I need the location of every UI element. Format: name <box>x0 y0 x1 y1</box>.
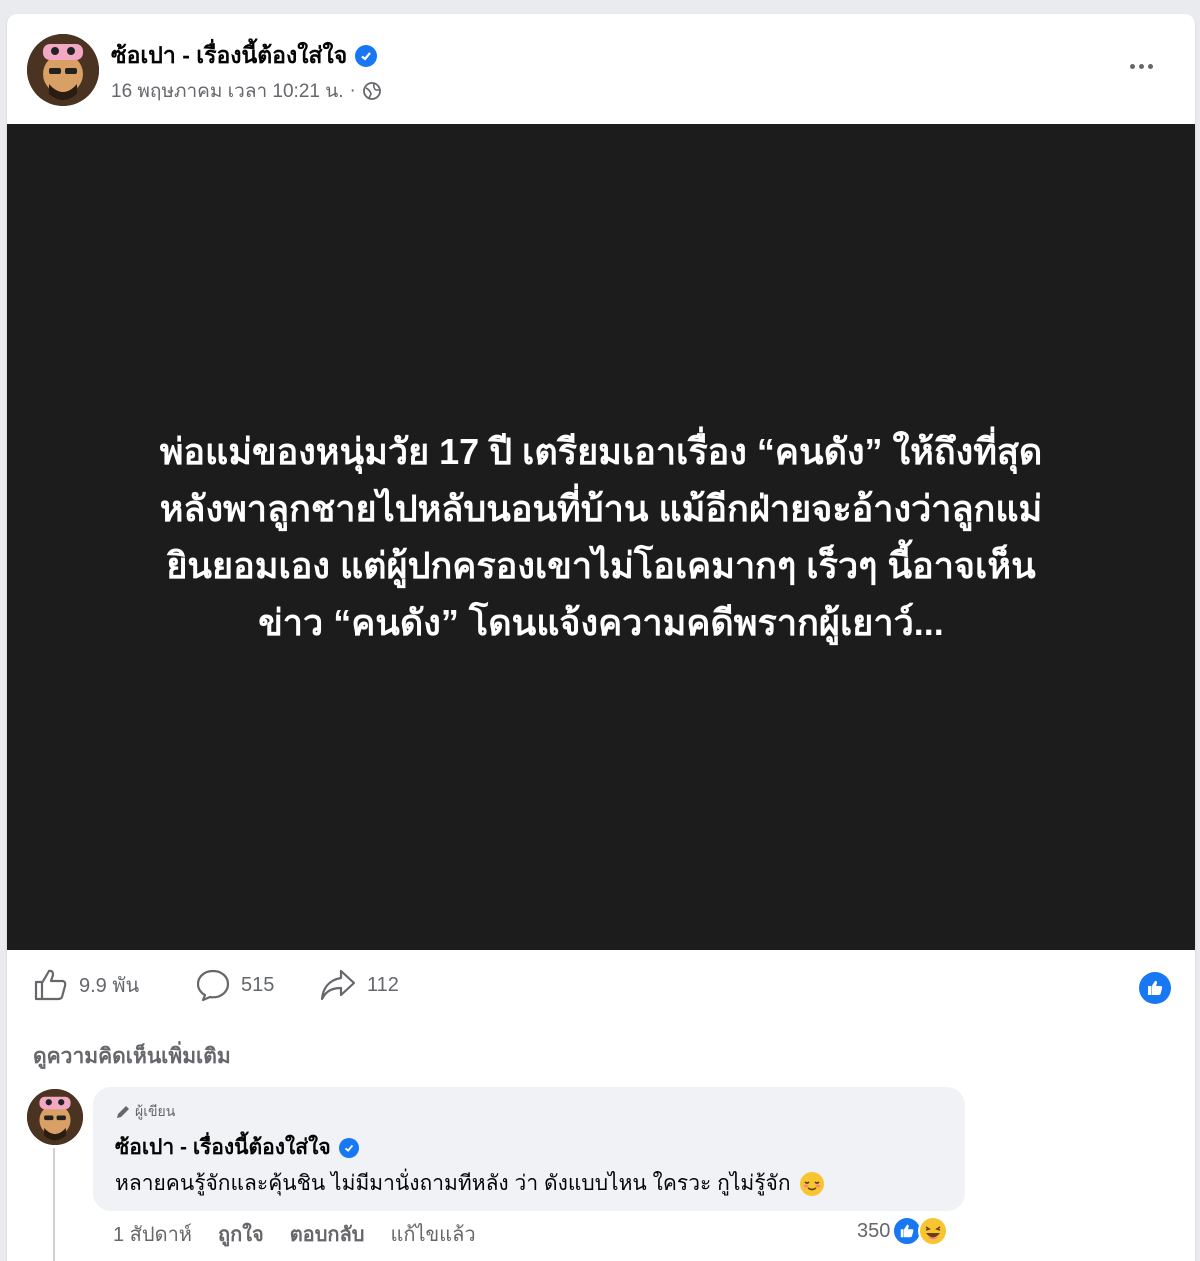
comment-like-button[interactable]: ถูกใจ <box>218 1218 264 1250</box>
reaction-badge[interactable] <box>1139 972 1171 1004</box>
share-icon <box>320 969 356 1001</box>
headline-line: ยินยอมเอง แต่ผู้ปกครองเขาไม่โอเคมากๆ เร็… <box>166 545 1036 586</box>
comment-button[interactable]: 515 <box>195 968 274 1002</box>
view-more-comments-link[interactable]: ดูความคิดเห็นเพิ่มเติม <box>33 1040 231 1073</box>
page-name[interactable]: ซ้อเปา - เรื่องนี้ต้องใส่ใจ <box>111 38 378 74</box>
comment-edited-label: แก้ไขแล้ว <box>390 1224 476 1246</box>
headline-line: หลังพาลูกชายไปหลับนอนที่บ้าน แม้อีกฝ่ายจ… <box>159 488 1043 529</box>
verified-icon <box>355 45 378 67</box>
comment-author[interactable]: ซ้อเปา - เรื่องนี้ต้องใส่ใจ <box>115 1131 359 1164</box>
author-badge: ผู้เขียน <box>115 1101 175 1123</box>
comment-count: 515 <box>241 973 275 996</box>
post-image[interactable]: พ่อแม่ของหนุ่มวัย 17 ปี เตรียมเอาเรื่อง … <box>7 124 1195 950</box>
pencil-icon <box>117 1106 129 1118</box>
post-card: ซ้อเปา - เรื่องนี้ต้องใส่ใจ 16 พฤษภาคม เ… <box>7 14 1195 1261</box>
comment-reaction-count: 350 <box>857 1219 891 1242</box>
comment-reply-button[interactable]: ตอบกลับ <box>290 1218 365 1250</box>
more-options-button[interactable] <box>1123 52 1159 80</box>
share-count: 112 <box>367 973 399 996</box>
comment-body: หลายคนรู้จักและคุ้นชิน ไม่มีมานั่งถามทีห… <box>115 1172 791 1195</box>
avatar-image <box>27 34 99 106</box>
haha-reaction-icon <box>918 1216 949 1246</box>
relieved-emoji-icon <box>799 1171 824 1196</box>
more-icon-dot <box>1138 63 1144 69</box>
headline-line: ข่าว “คนดัง” โดนแจ้งความคดีพรากผู้เยาว์.… <box>258 602 944 643</box>
comment-text: หลายคนรู้จักและคุ้นชิน ไม่มีมานั่งถามทีห… <box>115 1167 825 1200</box>
comment-avatar[interactable] <box>27 1089 83 1145</box>
post-actions: 9.9 พัน 515 112 <box>7 960 1195 1012</box>
globe-icon <box>362 82 381 100</box>
comment-author-name[interactable]: ซ้อเปา - เรื่องนี้ต้องใส่ใจ <box>115 1131 331 1164</box>
post-meta: 16 พฤษภาคม เวลา 10:21 น. · <box>111 76 382 106</box>
post-headline: พ่อแม่ของหนุ่มวัย 17 ปี เตรียมเอาเรื่อง … <box>41 423 1161 651</box>
avatar-image <box>27 1089 83 1145</box>
comment-footer: 1 สัปดาห์ ถูกใจ ตอบกลับ แก้ไขแล้ว <box>113 1218 476 1250</box>
post-date[interactable]: 16 พฤษภาคม เวลา 10:21 น. <box>111 76 344 106</box>
more-icon-dot <box>1147 63 1153 69</box>
like-count: 9.9 พัน <box>79 975 140 997</box>
page-avatar[interactable] <box>27 34 99 106</box>
comment-icon <box>196 969 230 1002</box>
comment-time[interactable]: 1 สัปดาห์ <box>113 1218 192 1250</box>
like-icon <box>34 969 67 1001</box>
page-name-text[interactable]: ซ้อเปา - เรื่องนี้ต้องใส่ใจ <box>111 38 347 74</box>
more-icon-dot <box>1129 63 1135 69</box>
comment-thread-line <box>53 1148 55 1261</box>
share-button[interactable]: 112 <box>319 968 399 1002</box>
like-button[interactable]: 9.9 พัน <box>33 968 139 1002</box>
meta-separator: · <box>349 80 356 101</box>
author-badge-label: ผู้เขียน <box>135 1103 176 1119</box>
verified-icon <box>338 1137 359 1158</box>
headline-line: พ่อแม่ของหนุ่มวัย 17 ปี เตรียมเอาเรื่อง … <box>159 431 1043 472</box>
post-header: ซ้อเปา - เรื่องนี้ต้องใส่ใจ 16 พฤษภาคม เ… <box>7 14 1195 124</box>
comment-reactions[interactable]: 350 <box>857 1216 949 1246</box>
comment-bubble: ผู้เขียน ซ้อเปา - เรื่องนี้ต้องใส่ใจ หลา… <box>93 1087 965 1211</box>
like-reaction-icon <box>1148 980 1163 995</box>
